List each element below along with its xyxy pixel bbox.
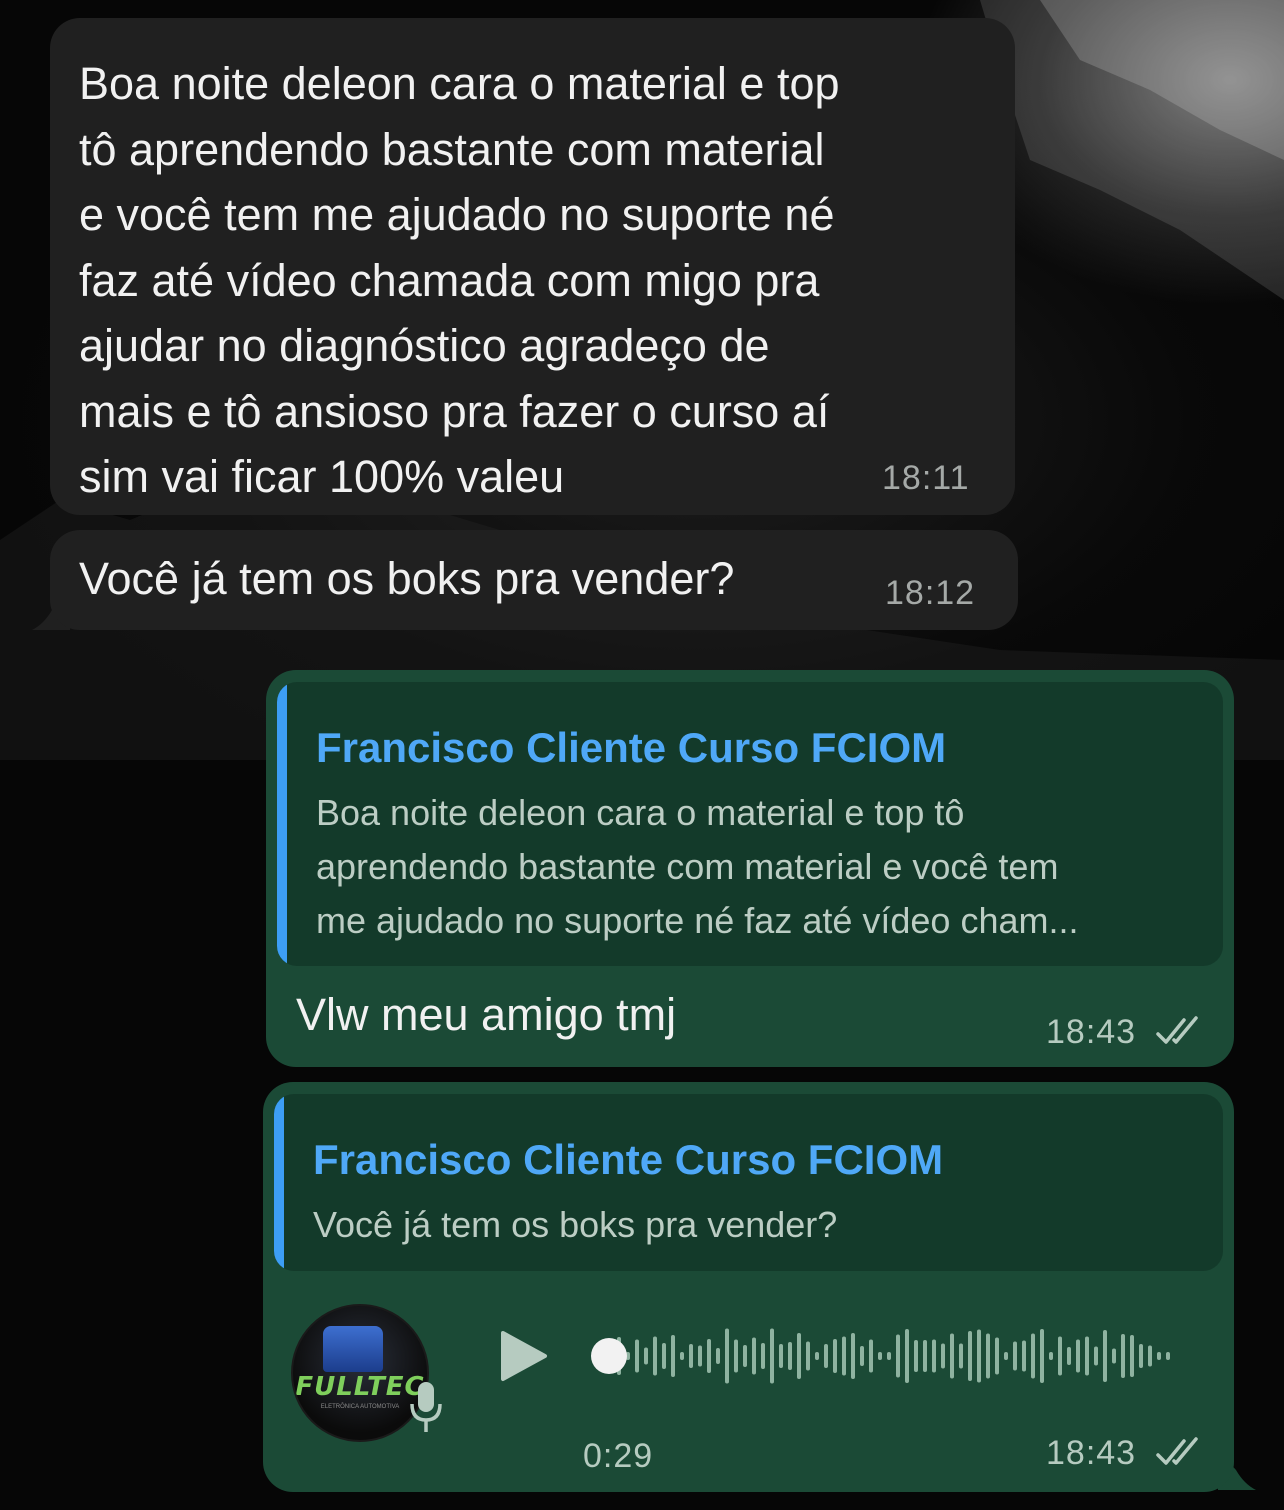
- voice-waveform[interactable]: [609, 1326, 1189, 1386]
- playback-scrubber-knob[interactable]: [591, 1338, 627, 1374]
- quoted-author: Francisco Cliente Curso FCIOM: [313, 1136, 944, 1183]
- avatar-brand-text: FULLTEC: [295, 1372, 425, 1402]
- voice-duration: 0:29: [583, 1437, 654, 1475]
- message-line: Boa noite deleon cara o material e top: [79, 58, 840, 109]
- quote-accent-bar: [277, 682, 287, 966]
- message-timestamp: 18:12: [885, 574, 976, 612]
- message-line: sim vai ficar 100% valeu: [79, 451, 565, 502]
- message-text: Você já tem os boks pra vender?: [79, 553, 735, 604]
- quoted-text-line: aprendendo bastante com material e você …: [316, 846, 1059, 887]
- truck-logo-icon: [323, 1326, 383, 1372]
- quoted-message[interactable]: Francisco Cliente Curso FCIOM Você já te…: [274, 1094, 1223, 1271]
- message-text: Vlw meu amigo tmj: [296, 989, 677, 1040]
- microphone-icon: [410, 1382, 442, 1432]
- avatar-brand-subtext: ELETRÔNICA AUTOMOTIVA: [320, 1404, 400, 1410]
- outgoing-voice-message-bubble[interactable]: Francisco Cliente Curso FCIOM Você já te…: [263, 1082, 1234, 1492]
- outgoing-message-bubble[interactable]: Francisco Cliente Curso FCIOM Boa noite …: [266, 670, 1234, 1067]
- quoted-text-line: me ajudado no suporte né faz até vídeo c…: [316, 900, 1079, 941]
- quoted-author: Francisco Cliente Curso FCIOM: [316, 724, 947, 771]
- message-line: faz até vídeo chamada com migo pra: [79, 255, 820, 306]
- message-line: mais e tô ansioso pra fazer o curso aí: [79, 386, 830, 437]
- quoted-text-line: Você já tem os boks pra vender?: [313, 1204, 838, 1245]
- message-timestamp: 18:43: [1046, 1434, 1137, 1472]
- play-icon[interactable]: [499, 1330, 549, 1382]
- message-timestamp: 18:11: [882, 459, 970, 497]
- incoming-message-bubble[interactable]: Boa noite deleon cara o material e top t…: [50, 18, 1015, 515]
- message-line: ajudar no diagnóstico agradeço de: [79, 320, 770, 371]
- message-line: tô aprendendo bastante com material: [79, 124, 825, 175]
- message-line: e você tem me ajudado no suporte né: [79, 189, 835, 240]
- double-check-icon: [1156, 1437, 1198, 1465]
- double-check-icon: [1156, 1016, 1198, 1044]
- quote-accent-bar: [274, 1094, 284, 1271]
- incoming-message-bubble[interactable]: Você já tem os boks pra vender? 18:12: [50, 530, 1018, 630]
- quoted-text-line: Boa noite deleon cara o material e top t…: [316, 792, 965, 833]
- quoted-message[interactable]: Francisco Cliente Curso FCIOM Boa noite …: [277, 682, 1223, 966]
- message-timestamp: 18:43: [1046, 1013, 1137, 1051]
